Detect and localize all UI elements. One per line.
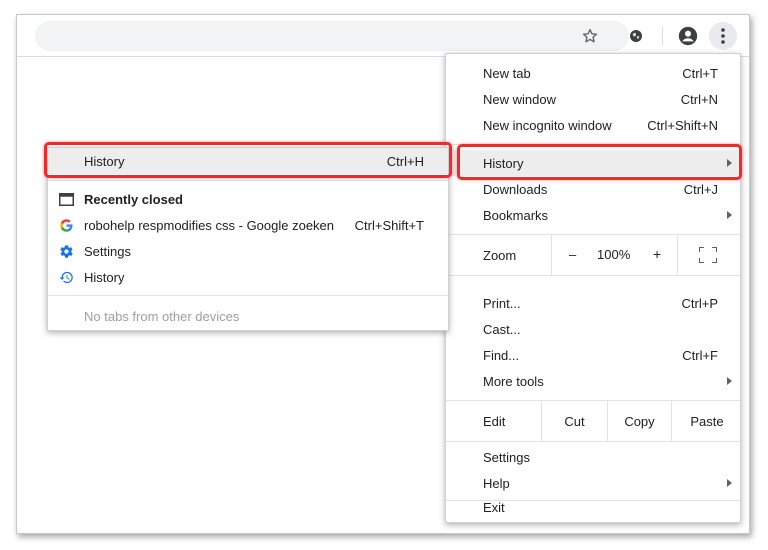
account-circle-icon[interactable] <box>675 23 701 49</box>
copy-label: Copy <box>624 413 655 429</box>
menu-item-label: Find... <box>483 347 520 363</box>
submenu-item-shortcut: Ctrl+H <box>386 153 424 169</box>
menu-item-settings[interactable]: Settings <box>446 444 740 470</box>
cut-button[interactable]: Cut <box>541 401 607 441</box>
fullscreen-button[interactable] <box>677 235 742 275</box>
fullscreen-icon <box>699 247 717 263</box>
copy-button[interactable]: Copy <box>607 401 671 441</box>
menu-item-label: More tools <box>483 373 544 389</box>
browser-toolbar <box>17 15 749 57</box>
submenu-item-recently-closed: Recently closed <box>48 186 448 212</box>
history-submenu: History Ctrl+H Recently closed robohelp … <box>47 147 449 331</box>
menu-item-label: New window <box>483 91 556 107</box>
submenu-item-label: No tabs from other devices <box>84 308 240 324</box>
toolbar-separator <box>662 27 663 45</box>
submenu-item-label: History <box>84 269 125 285</box>
menu-separator <box>446 441 740 442</box>
menu-item-more-tools[interactable]: More tools <box>446 368 740 394</box>
menu-item-new-window[interactable]: New window Ctrl+N <box>446 86 740 112</box>
zoom-controls: – 100% + <box>551 235 677 275</box>
menu-item-new-tab[interactable]: New tab Ctrl+T <box>446 60 740 86</box>
paste-button[interactable]: Paste <box>671 401 742 441</box>
menu-item-label: Settings <box>483 449 530 465</box>
submenu-item-recent-tab[interactable]: robohelp respmodifies css - Google zoeke… <box>48 212 448 238</box>
paste-label: Paste <box>690 413 724 429</box>
menu-item-shortcut: Ctrl+J <box>683 181 718 197</box>
menu-item-label: Help <box>483 475 510 491</box>
menu-item-label: New incognito window <box>483 117 612 133</box>
submenu-separator <box>48 295 448 296</box>
gear-icon <box>58 243 74 259</box>
chrome-main-menu: New tab Ctrl+T New window Ctrl+N New inc… <box>445 53 741 523</box>
menu-separator <box>446 144 740 145</box>
submenu-item-settings[interactable]: Settings <box>48 238 448 264</box>
submenu-item-label: robohelp respmodifies css - Google zoeke… <box>84 217 335 233</box>
menu-separator <box>446 275 740 276</box>
menu-item-shortcut: Ctrl+N <box>680 91 718 107</box>
submenu-item-label: Recently closed <box>84 191 183 207</box>
menu-item-help[interactable]: Help <box>446 470 740 496</box>
menu-item-print[interactable]: Print... Ctrl+P <box>446 290 740 316</box>
submenu-item-no-tabs: No tabs from other devices <box>48 303 448 329</box>
submenu-arrow-icon <box>727 479 732 487</box>
browser-window: New tab Ctrl+T New window Ctrl+N New inc… <box>16 14 750 534</box>
menu-item-label: Exit <box>483 499 505 515</box>
star-icon[interactable] <box>577 23 603 49</box>
submenu-item-label: Settings <box>84 243 131 259</box>
google-g-icon <box>58 217 74 233</box>
menu-item-cast[interactable]: Cast... <box>446 316 740 342</box>
menu-item-new-incognito-window[interactable]: New incognito window Ctrl+Shift+N <box>446 112 740 138</box>
submenu-separator <box>48 180 448 181</box>
zoom-label: Zoom <box>483 248 517 263</box>
menu-item-shortcut: Ctrl+P <box>681 295 718 311</box>
menu-item-history[interactable]: History <box>446 150 740 176</box>
menu-item-label: Print... <box>483 295 521 311</box>
menu-item-shortcut: Ctrl+T <box>682 65 718 81</box>
more-vertical-icon[interactable] <box>709 22 737 50</box>
menu-item-shortcut: Ctrl+F <box>682 347 718 363</box>
menu-item-label: New tab <box>483 65 531 81</box>
cut-label: Cut <box>564 413 585 429</box>
tab-icon <box>58 191 74 207</box>
submenu-item-shortcut: Ctrl+Shift+T <box>354 217 424 233</box>
menu-item-find[interactable]: Find... Ctrl+F <box>446 342 740 368</box>
menu-item-downloads[interactable]: Downloads Ctrl+J <box>446 176 740 202</box>
extension-icon[interactable] <box>623 23 649 49</box>
submenu-arrow-icon <box>727 211 732 219</box>
menu-item-exit[interactable]: Exit <box>446 495 740 519</box>
address-bar[interactable] <box>35 21 629 51</box>
menu-item-bookmarks[interactable]: Bookmarks <box>446 202 740 228</box>
menu-item-label: Downloads <box>483 181 548 197</box>
submenu-item-history-link[interactable]: History <box>48 264 448 290</box>
submenu-item-label: History <box>84 153 125 169</box>
zoom-out-button[interactable]: – <box>569 247 576 262</box>
menu-item-label: Bookmarks <box>483 207 549 223</box>
menu-item-shortcut: Ctrl+Shift+N <box>647 117 718 133</box>
edit-row: Edit Cut Copy Paste <box>446 401 740 441</box>
submenu-arrow-icon <box>727 377 732 385</box>
submenu-arrow-icon <box>727 159 732 167</box>
zoom-row: Zoom – 100% + <box>446 235 740 275</box>
zoom-level: 100% <box>597 247 631 262</box>
history-clock-icon <box>58 269 74 285</box>
edit-label: Edit <box>483 414 506 429</box>
menu-item-label: History <box>483 155 524 171</box>
submenu-item-history[interactable]: History Ctrl+H <box>48 148 448 174</box>
menu-item-label: Cast... <box>483 321 521 337</box>
zoom-in-button[interactable]: + <box>653 246 661 262</box>
